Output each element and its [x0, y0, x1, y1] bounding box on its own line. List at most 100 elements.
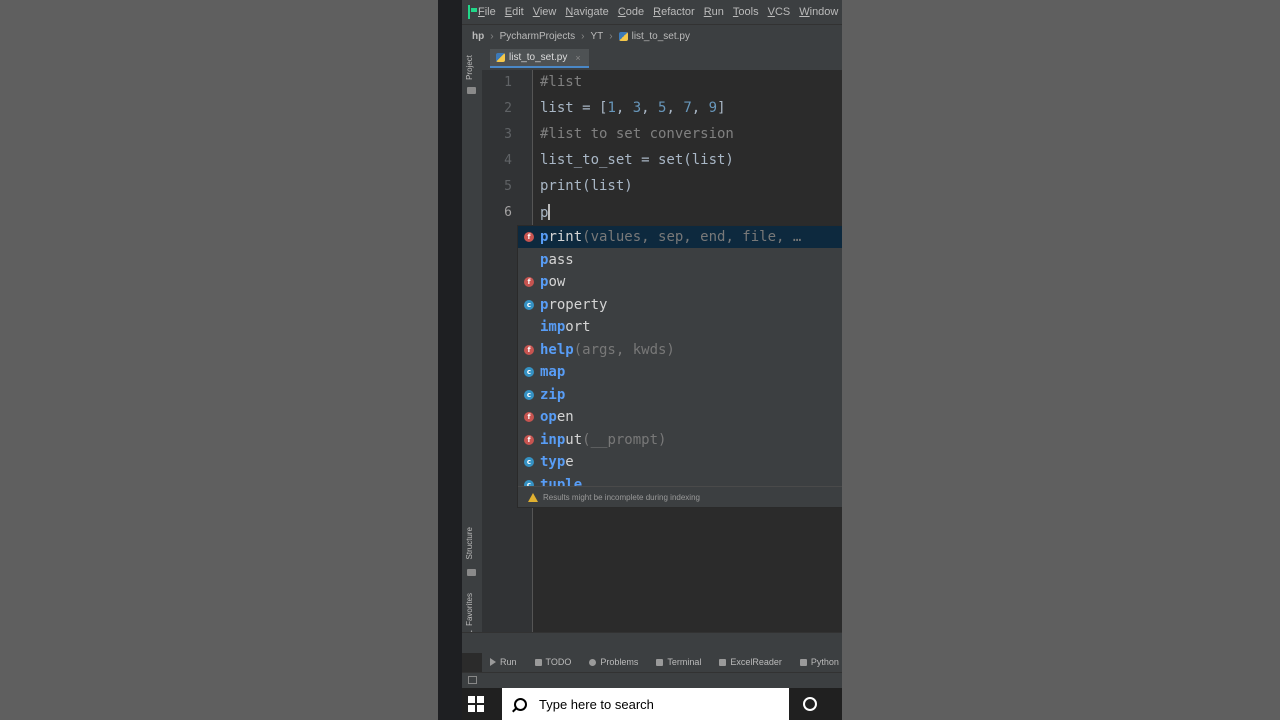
completion-match: p	[540, 251, 549, 268]
breadcrumb-folder[interactable]: YT	[590, 31, 603, 42]
windows-taskbar: Type here to search	[462, 688, 842, 720]
tool-excelreader-label: ExcelReader	[730, 657, 782, 667]
line-number: 1	[504, 75, 512, 90]
number-literal: 1	[607, 100, 616, 116]
completion-match: op	[540, 409, 557, 425]
function-icon: f	[524, 412, 534, 422]
completion-item[interactable]: c zip	[518, 384, 842, 406]
completion-popup: f p rint (values, sep, end, file, … p ass f…	[517, 225, 842, 508]
tool-terminal-label: Terminal	[667, 657, 702, 667]
completion-rest: ut	[565, 431, 583, 448]
completion-params: (values, sep, end, file, …	[582, 229, 802, 245]
code-line-5[interactable]: print(list)	[540, 178, 633, 194]
completion-item[interactable]: f op en	[518, 406, 842, 428]
layout-icon[interactable]	[468, 676, 477, 684]
completion-match: inp	[540, 431, 566, 448]
editor-tab-row: list_to_set.py ×	[482, 47, 842, 71]
line-number: 3	[504, 127, 512, 142]
completion-match: p	[540, 296, 549, 313]
code-text: print(list)	[540, 178, 633, 194]
breadcrumb: hp › PycharmProjects › YT › list_to_set.…	[462, 24, 842, 47]
completion-item[interactable]: c p roperty	[518, 294, 842, 316]
menu-view[interactable]: View	[533, 6, 557, 18]
code-text: p	[540, 205, 549, 221]
tool-strip-separator	[462, 632, 842, 653]
line-number: 5	[504, 179, 512, 194]
tool-tab-project[interactable]: Project	[465, 55, 474, 80]
list-icon	[534, 658, 542, 666]
code-text: ,	[615, 100, 633, 116]
number-literal: 3	[632, 100, 642, 116]
python-icon	[799, 658, 807, 666]
code-line-3[interactable]: #list to set conversion	[540, 126, 734, 142]
tab-label: list_to_set.py	[509, 52, 568, 63]
menu-window[interactable]: Window	[799, 6, 838, 18]
menu-refactor[interactable]: Refactor	[653, 6, 695, 18]
breadcrumb-separator: ›	[609, 30, 613, 42]
code-line-1[interactable]: #list	[540, 74, 582, 90]
cortana-icon[interactable]	[803, 697, 817, 711]
completion-item[interactable]: imp ort	[518, 316, 842, 338]
right-background	[842, 0, 1280, 720]
windows-start-icon[interactable]	[468, 696, 484, 712]
completion-item[interactable]: f help (args, kwds)	[518, 339, 842, 361]
completion-rest: ort	[565, 319, 591, 335]
left-background	[0, 0, 438, 720]
code-text: list = [	[540, 100, 608, 116]
completion-match: help	[540, 341, 574, 358]
completion-item[interactable]: f inp ut (__prompt)	[518, 429, 842, 451]
tool-todo[interactable]: TODO	[534, 657, 572, 667]
tool-python[interactable]: Python	[799, 657, 839, 667]
class-icon: c	[524, 367, 534, 377]
tool-run-label: Run	[500, 657, 517, 667]
menu-run[interactable]: Run	[704, 6, 724, 18]
tool-run[interactable]: Run	[490, 657, 517, 667]
completion-footer-text: Results might be incomplete during index…	[543, 492, 700, 502]
menu-vcs[interactable]: VCS	[768, 6, 791, 18]
grid-icon	[719, 658, 727, 666]
tool-tab-structure[interactable]: Structure	[465, 527, 474, 559]
tool-todo-label: TODO	[545, 657, 572, 667]
code-line-6[interactable]: p	[540, 204, 551, 221]
completion-item[interactable]: f p ow	[518, 271, 842, 293]
completion-footer: Results might be incomplete during index…	[518, 486, 842, 507]
search-icon	[514, 697, 527, 711]
completion-item[interactable]: f p rint (values, sep, end, file, …	[518, 226, 842, 248]
code-text: ,	[666, 100, 684, 116]
code-line-4[interactable]: list_to_set = set(list)	[540, 152, 734, 168]
completion-item[interactable]: c map	[518, 361, 842, 383]
tool-problems-label: Problems	[600, 657, 639, 667]
tool-python-label: Python	[810, 657, 839, 667]
number-literal: 7	[683, 100, 692, 116]
code-line-2[interactable]: list = [1, 3, 5, 7, 9]	[540, 100, 726, 116]
function-icon: f	[524, 277, 534, 287]
completion-item[interactable]: c typ e	[518, 451, 842, 473]
search-placeholder: Type here to search	[539, 696, 654, 712]
line-number: 2	[504, 101, 512, 116]
completion-item[interactable]: p ass	[518, 249, 842, 271]
class-icon: c	[524, 389, 534, 400]
tab-list-to-set[interactable]: list_to_set.py ×	[490, 49, 589, 68]
menu-file[interactable]: File	[478, 6, 496, 18]
breadcrumb-project[interactable]: PycharmProjects	[500, 31, 576, 42]
breadcrumb-file[interactable]: list_to_set.py	[632, 31, 690, 42]
menu-bar: File Edit View Navigate Code Refactor Ru…	[462, 0, 842, 24]
menu-navigate[interactable]: Navigate	[565, 6, 608, 18]
close-icon[interactable]: ×	[575, 53, 580, 63]
completion-rest: rint	[548, 229, 583, 245]
completion-match: typ	[540, 454, 566, 470]
menu-tools[interactable]: Tools	[733, 6, 759, 18]
tool-terminal[interactable]: Terminal	[656, 657, 701, 667]
code-text: ,	[641, 100, 659, 116]
completion-rest: roperty	[548, 296, 608, 313]
completion-params: (__prompt)	[582, 431, 667, 448]
menu-code[interactable]: Code	[618, 6, 644, 18]
tool-tab-favorites[interactable]: Favorites	[465, 593, 474, 626]
menu-edit[interactable]: Edit	[505, 6, 524, 18]
problems-icon	[589, 658, 597, 666]
tool-excelreader[interactable]: ExcelReader	[719, 657, 782, 667]
tool-problems[interactable]: Problems	[589, 657, 638, 667]
taskbar-search-box[interactable]: Type here to search	[502, 688, 789, 720]
line-number-current: 6	[504, 205, 512, 220]
breadcrumb-root[interactable]: hp	[472, 31, 484, 42]
